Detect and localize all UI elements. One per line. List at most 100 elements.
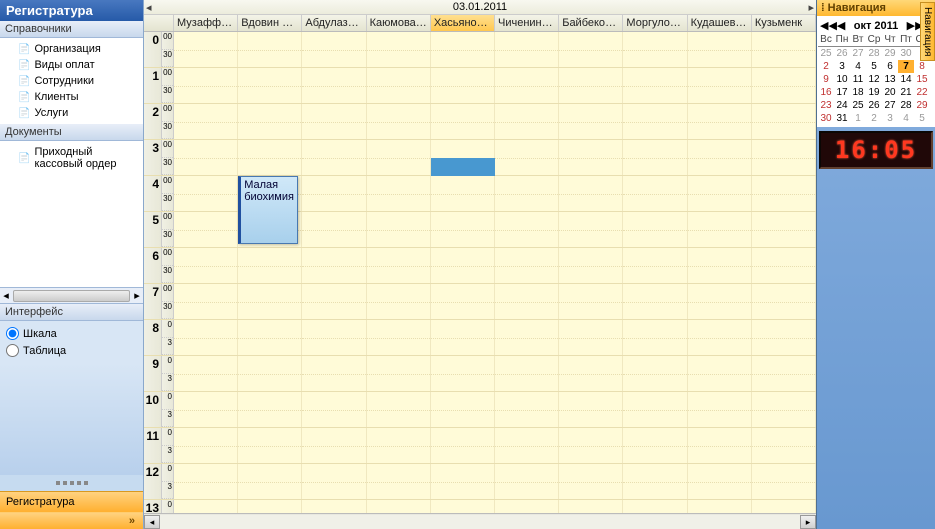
grid-cell[interactable] (367, 140, 431, 175)
grid-cell[interactable] (623, 68, 687, 103)
column-header[interactable]: Каюмова Ран... (367, 15, 431, 31)
grid-cell[interactable] (688, 212, 752, 247)
grid-cell[interactable] (238, 500, 302, 513)
grid-cell[interactable] (174, 212, 238, 247)
grid-cell[interactable] (752, 68, 816, 103)
cal-day[interactable]: 29 (914, 99, 930, 112)
grid-cell[interactable] (174, 176, 238, 211)
column-header[interactable]: Хасьянов Сей... (431, 15, 495, 31)
cal-day[interactable]: 27 (850, 47, 866, 60)
cal-day[interactable]: 8 (914, 60, 930, 73)
grid-cell[interactable] (688, 176, 752, 211)
grid-cell[interactable] (752, 428, 816, 463)
cal-day[interactable]: 23 (818, 99, 834, 112)
cal-next-icon[interactable]: ▶ (907, 19, 915, 32)
grid-cell[interactable] (367, 104, 431, 139)
grid-cell[interactable] (495, 248, 559, 283)
grid-cell[interactable] (495, 104, 559, 139)
cal-day[interactable]: 26 (834, 47, 850, 60)
column-header[interactable]: Вдовин Дмит... (238, 15, 302, 31)
grid-cell[interactable] (688, 104, 752, 139)
cal-day[interactable]: 27 (882, 99, 898, 112)
grid-cell[interactable] (752, 104, 816, 139)
cal-day[interactable]: 12 (866, 73, 882, 86)
cal-day[interactable]: 10 (834, 73, 850, 86)
grid-cell[interactable] (495, 284, 559, 319)
grid-cell[interactable] (302, 140, 366, 175)
h-scroll-mini[interactable]: ◂ ▸ (0, 287, 143, 304)
cal-day[interactable]: 25 (850, 99, 866, 112)
tree-item[interactable]: Организация (0, 41, 143, 57)
tree-item[interactable]: Приходный кассовый ордер (0, 144, 143, 172)
grid-cell[interactable] (302, 212, 366, 247)
cal-day[interactable]: 18 (850, 86, 866, 99)
cal-day[interactable]: 26 (866, 99, 882, 112)
cal-day[interactable]: 3 (882, 112, 898, 125)
column-header[interactable]: Абдулазизов ... (302, 15, 366, 31)
grid-cell[interactable] (238, 392, 302, 427)
grid-cell[interactable] (302, 32, 366, 67)
cal-day[interactable]: 25 (818, 47, 834, 60)
grid-cell[interactable] (495, 140, 559, 175)
cal-day[interactable]: 1 (850, 112, 866, 125)
grid-cell[interactable] (302, 356, 366, 391)
cal-day[interactable]: 22 (914, 86, 930, 99)
grid-cell[interactable] (431, 428, 495, 463)
hscroll-left-icon[interactable]: ◂ (144, 515, 160, 529)
grid-cell[interactable] (367, 500, 431, 513)
grid-cell[interactable] (174, 284, 238, 319)
nav-side-tab[interactable]: Навигация (920, 2, 935, 61)
column-header[interactable]: Кузьменк (752, 15, 816, 31)
column-header[interactable]: Чиченина Ли... (495, 15, 559, 31)
grid-cell[interactable] (623, 464, 687, 499)
grid-cell[interactable] (623, 176, 687, 211)
grid-cell[interactable] (302, 500, 366, 513)
cal-day[interactable]: 20 (882, 86, 898, 99)
grid-cell[interactable] (302, 464, 366, 499)
grid-cell[interactable] (367, 464, 431, 499)
schedule-grid[interactable]: 0003010030200303003040030500306003070030… (144, 32, 816, 513)
column-header[interactable]: Кудашева Ма... (688, 15, 752, 31)
grid-cell[interactable] (623, 104, 687, 139)
grid-cell[interactable] (623, 320, 687, 355)
appointment-block[interactable]: Малая биохимия (238, 176, 298, 244)
cal-day[interactable]: 5 (866, 60, 882, 73)
grid-cell[interactable] (559, 392, 623, 427)
grid-cell[interactable] (431, 176, 495, 211)
column-header[interactable]: Музаффархан... (174, 15, 238, 31)
cal-day[interactable]: 15 (914, 73, 930, 86)
grid-cell[interactable] (688, 356, 752, 391)
cal-day[interactable]: 3 (834, 60, 850, 73)
grid-cell[interactable] (174, 248, 238, 283)
cal-day[interactable]: 21 (898, 86, 914, 99)
cal-day[interactable]: 17 (834, 86, 850, 99)
grid-cell[interactable] (367, 356, 431, 391)
grid-cell[interactable] (302, 104, 366, 139)
tree-item[interactable]: Клиенты (0, 89, 143, 105)
grid-cell[interactable] (238, 284, 302, 319)
grid-cell[interactable] (752, 32, 816, 67)
cal-month[interactable]: окт 2011 (845, 20, 906, 32)
grid-cell[interactable] (688, 428, 752, 463)
grid-cell[interactable] (688, 392, 752, 427)
grid-cell[interactable] (431, 212, 495, 247)
grid-cell[interactable] (688, 284, 752, 319)
grid-cell[interactable] (495, 176, 559, 211)
grid-cell[interactable] (559, 428, 623, 463)
grid-cell[interactable] (495, 320, 559, 355)
grid-cell[interactable] (238, 140, 302, 175)
grid-cell[interactable] (238, 32, 302, 67)
grid-cell[interactable] (752, 464, 816, 499)
grid-cell[interactable] (688, 32, 752, 67)
pin-icon[interactable]: ⁞ (821, 2, 825, 14)
cal-day[interactable]: 28 (898, 99, 914, 112)
grid-cell[interactable] (174, 68, 238, 103)
cal-day[interactable]: 13 (882, 73, 898, 86)
grid-cell[interactable] (559, 284, 623, 319)
grid-cell[interactable] (623, 356, 687, 391)
grid-cell[interactable] (623, 392, 687, 427)
scroll-thumb[interactable] (13, 290, 130, 302)
grid-cell[interactable] (431, 248, 495, 283)
grid-cell[interactable] (623, 428, 687, 463)
expand-arrow-icon[interactable]: » (0, 512, 143, 529)
